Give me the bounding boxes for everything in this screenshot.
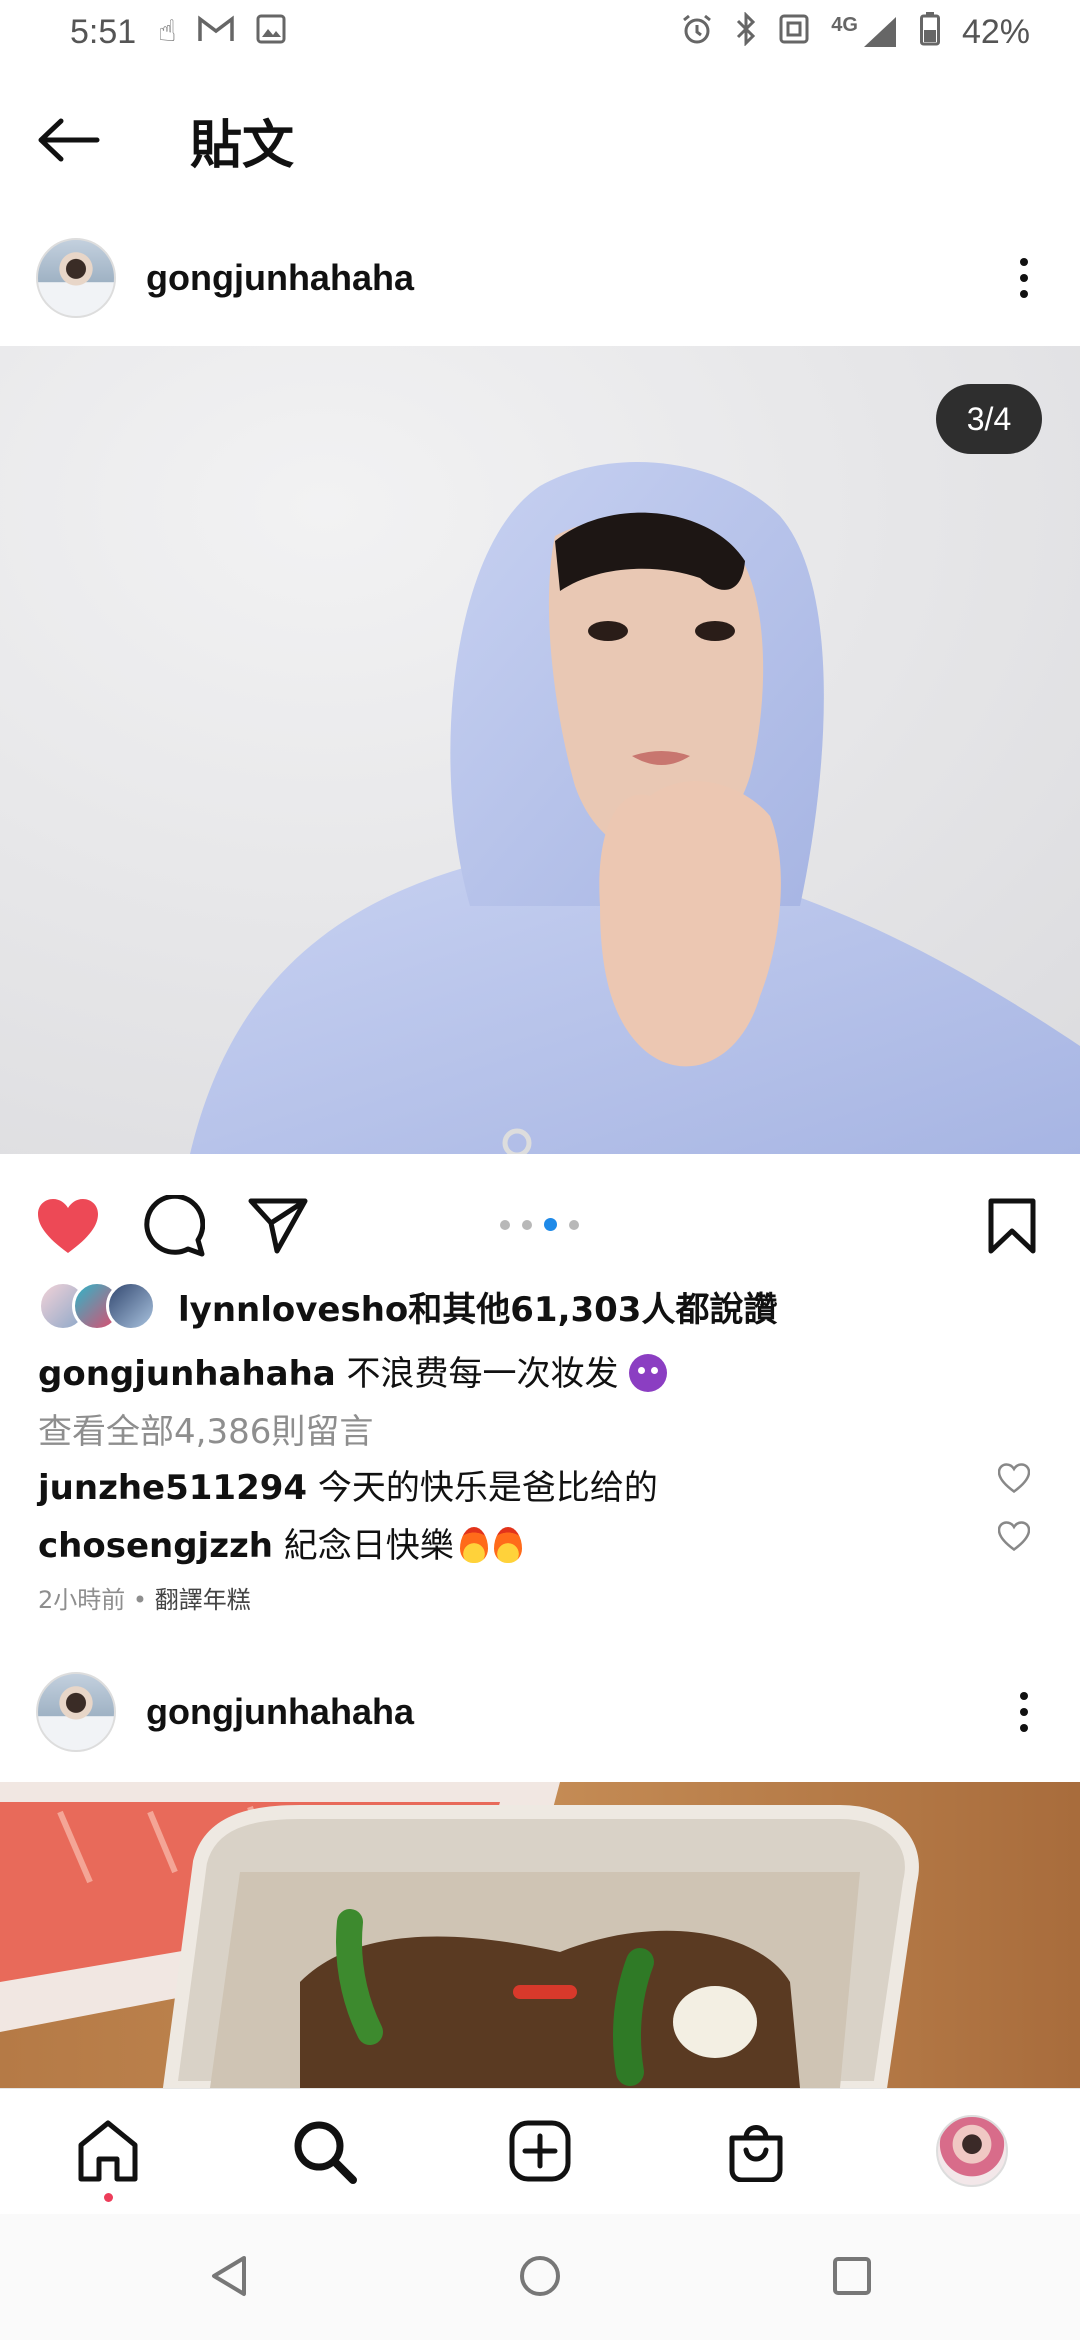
time-ago: 2小時前: [38, 1586, 126, 1614]
avatar[interactable]: [36, 1672, 116, 1752]
carousel-dot: [500, 1219, 510, 1230]
page-title: 貼文: [190, 115, 295, 176]
arrow-left-icon: [38, 118, 100, 162]
comment-username[interactable]: junzhe511294: [38, 1468, 307, 1508]
system-navigation-bar: [0, 2214, 1080, 2340]
caption-text: 不浪费每一次妆发: [335, 1354, 619, 1394]
like-button[interactable]: [32, 1190, 104, 1262]
battery-percent: 42%: [961, 12, 1030, 51]
hoodie-portrait-image: [0, 346, 1080, 1154]
comment-like-button[interactable]: [994, 1458, 1034, 1498]
next-post-header: gongjunhahaha: [0, 1652, 1080, 1772]
translate-link[interactable]: 翻譯年糕: [155, 1586, 251, 1614]
top-bar: 貼文: [0, 80, 1080, 200]
alarm-icon: [681, 13, 713, 51]
post-meta: 2小時前 • 翻譯年糕: [38, 1586, 251, 1614]
next-post-image[interactable]: [0, 1782, 1080, 2088]
back-button[interactable]: [4, 80, 134, 200]
shopping-bag-icon: [729, 2125, 783, 2182]
likes-count-text: 和其他61,303人都說讚: [408, 1289, 778, 1330]
heart-filled-icon: [38, 1199, 98, 1253]
gmail-icon: [198, 15, 235, 49]
liked-by-user[interactable]: lynnlovesho: [178, 1290, 408, 1330]
more-vertical-icon: [1020, 258, 1028, 266]
smiling-devil-emoji-icon: [629, 1354, 668, 1392]
carousel-counter: 3/4: [936, 384, 1042, 454]
comment-row: chosengjzzh 紀念日快樂: [38, 1518, 522, 1567]
avatar[interactable]: [36, 238, 116, 318]
heart-outline-icon: [998, 1463, 1030, 1493]
system-home-button[interactable]: [508, 2244, 572, 2308]
status-bar: 5:51 ☝ 4G 42%: [0, 0, 1080, 64]
food-container-image: [0, 1782, 1080, 2088]
likes-row[interactable]: lynnlovesho和其他61,303人都說讚: [38, 1278, 777, 1334]
nav-search[interactable]: [284, 2111, 364, 2191]
liker-avatar: [106, 1281, 156, 1331]
fire-emoji-icon: [459, 1527, 488, 1563]
share-button[interactable]: [242, 1190, 314, 1262]
battery-icon: [919, 12, 940, 52]
comment-username[interactable]: chosengjzzh: [38, 1526, 273, 1566]
nfc-icon: [779, 14, 809, 50]
more-vertical-icon: [1020, 1692, 1028, 1700]
post-username[interactable]: gongjunhahaha: [146, 1691, 414, 1733]
comment-icon: [144, 1195, 205, 1257]
plus-square-icon: [509, 2120, 571, 2182]
fire-emoji-icon: [493, 1527, 522, 1563]
likes-text: lynnlovesho和其他61,303人都說讚: [178, 1282, 777, 1331]
square-recents-icon: [833, 2257, 871, 2295]
caption: gongjunhahaha 不浪费每一次妆发: [38, 1346, 668, 1395]
comment-text: 紀念日快樂: [273, 1526, 454, 1566]
comment-text: 今天的快乐是爸比给的: [307, 1468, 658, 1508]
nav-home[interactable]: [68, 2111, 148, 2191]
system-recents-button[interactable]: [820, 2244, 884, 2308]
nav-shop[interactable]: [716, 2111, 796, 2191]
post-actions: [0, 1176, 1080, 1276]
notification-dot: [104, 2193, 113, 2202]
status-time: 5:51: [70, 12, 137, 51]
send-icon: [248, 1198, 308, 1254]
profile-avatar: [936, 2115, 1008, 2187]
gallery-icon: [256, 14, 286, 50]
bookmark-icon: [988, 1198, 1036, 1254]
nav-profile[interactable]: [932, 2111, 1012, 2191]
circle-home-icon: [520, 2256, 560, 2296]
more-options-button[interactable]: [1004, 238, 1044, 318]
more-options-button[interactable]: [1004, 1672, 1044, 1752]
triangle-back-icon: [212, 2256, 246, 2296]
bottom-navigation: [0, 2088, 1080, 2214]
hand-icon: ☝: [158, 15, 177, 48]
carousel-dot-active: [544, 1218, 557, 1231]
carousel-dot: [569, 1219, 579, 1230]
heart-outline-icon: [998, 1521, 1030, 1551]
comment-row: junzhe511294 今天的快乐是爸比给的: [38, 1460, 658, 1509]
carousel-indicator: [500, 1218, 579, 1231]
system-back-button[interactable]: [196, 2244, 260, 2308]
network-type: 4G: [831, 14, 858, 36]
post-username[interactable]: gongjunhahaha: [146, 257, 414, 299]
nav-create[interactable]: [500, 2111, 580, 2191]
save-button[interactable]: [976, 1190, 1048, 1262]
view-all-comments-link[interactable]: 查看全部4,386則留言: [38, 1404, 373, 1453]
signal-4g-icon: 4G: [831, 15, 898, 49]
home-icon: [78, 2120, 138, 2182]
caption-username[interactable]: gongjunhahaha: [38, 1354, 336, 1394]
bluetooth-icon: [735, 11, 757, 52]
post-image[interactable]: 3/4: [0, 346, 1080, 1154]
search-icon: [294, 2121, 357, 2184]
comment-like-button[interactable]: [994, 1516, 1034, 1556]
post-header: gongjunhahaha: [0, 218, 1080, 338]
carousel-dot: [522, 1219, 532, 1230]
comment-button[interactable]: [138, 1190, 210, 1262]
